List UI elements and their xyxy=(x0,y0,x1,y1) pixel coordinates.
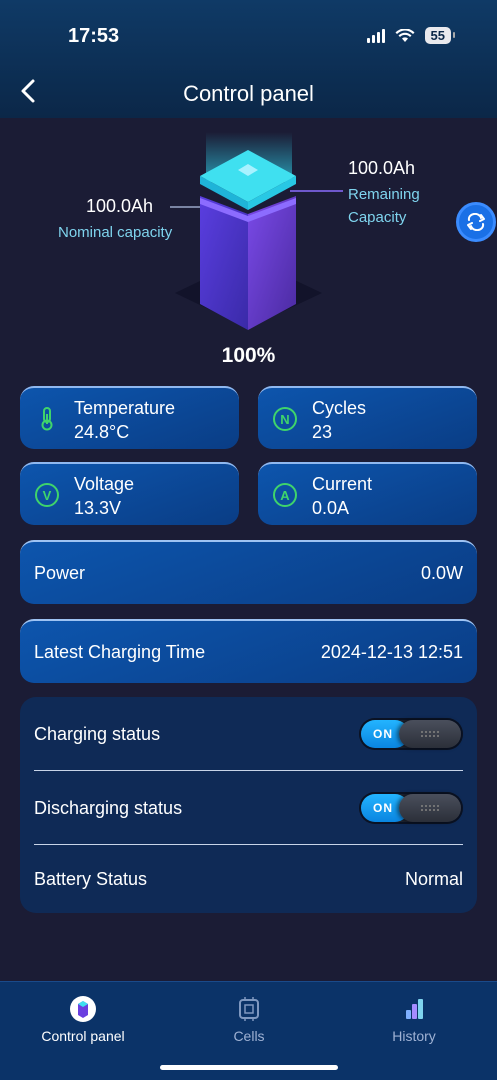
nominal-capacity-value: 100.0Ah xyxy=(86,196,154,216)
control-panel-icon xyxy=(68,994,98,1024)
status-panel: Charging status ON Discharging status ON… xyxy=(20,697,477,913)
a-circle-icon: A xyxy=(273,483,297,507)
temperature-card: Temperature 24.8°C xyxy=(20,386,239,449)
voltage-value: 13.3V xyxy=(74,498,122,518)
cycles-label: Cycles xyxy=(312,398,367,418)
current-label: Current xyxy=(312,474,373,494)
home-indicator xyxy=(160,1065,338,1070)
svg-text:A: A xyxy=(280,488,290,503)
status-icons: 55 xyxy=(366,27,456,44)
remaining-capacity-label-1: Remaining xyxy=(348,186,420,203)
toggle-knob xyxy=(399,720,461,748)
status-time: 17:53 xyxy=(68,25,120,47)
battery-status-row: Battery Status Normal xyxy=(34,845,463,913)
sync-button[interactable] xyxy=(456,202,496,242)
battery-percent: 100% xyxy=(221,344,276,367)
charging-time-row: Latest Charging Time 2024-12-13 12:51 xyxy=(20,619,477,683)
svg-text:V: V xyxy=(43,488,52,503)
battery-level-badge: 55 xyxy=(424,27,456,44)
nav-history[interactable]: History xyxy=(349,994,479,1044)
remaining-capacity-label-2: Capacity xyxy=(348,209,407,226)
charging-status-row: Charging status ON xyxy=(34,697,463,771)
nav-cells[interactable]: Cells xyxy=(184,994,314,1044)
page-title: Control panel xyxy=(183,81,314,106)
charging-toggle[interactable]: ON xyxy=(359,718,463,750)
signal-icon xyxy=(366,28,385,43)
nav-label-cells: Cells xyxy=(233,1028,265,1044)
thermometer-icon xyxy=(41,407,53,431)
battery-status-label: Battery Status xyxy=(34,868,148,889)
current-card: A Current 0.0A xyxy=(258,462,477,525)
power-value: 0.0W xyxy=(420,562,463,583)
nominal-capacity-label: Nominal capacity xyxy=(58,224,173,241)
cells-icon xyxy=(234,994,264,1024)
power-label: Power xyxy=(34,562,86,583)
wifi-icon xyxy=(395,28,415,42)
discharging-toggle[interactable]: ON xyxy=(359,792,463,824)
battery-status-value: Normal xyxy=(404,868,463,889)
toggle-knob xyxy=(399,794,461,822)
power-row: Power 0.0W xyxy=(20,540,477,604)
nav-control-panel[interactable]: Control panel xyxy=(18,994,148,1044)
nav-label-history: History xyxy=(392,1028,436,1044)
n-circle-icon: N xyxy=(273,407,297,431)
current-value: 0.0A xyxy=(312,498,350,518)
charging-time-label: Latest Charging Time xyxy=(34,641,206,662)
v-circle-icon: V xyxy=(35,483,59,507)
cycles-card: N Cycles 23 xyxy=(258,386,477,449)
charging-status-label: Charging status xyxy=(34,723,161,744)
svg-text:N: N xyxy=(280,412,289,427)
voltage-card: V Voltage 13.3V xyxy=(20,462,239,525)
nav-label-control-panel: Control panel xyxy=(41,1028,125,1044)
temperature-label: Temperature xyxy=(74,398,176,418)
charging-time-value: 2024-12-13 12:51 xyxy=(320,641,463,662)
discharging-status-label: Discharging status xyxy=(34,797,183,818)
cycles-value: 23 xyxy=(312,422,333,442)
app-header: 17:53 55 Control panel xyxy=(0,0,497,118)
remaining-capacity-value: 100.0Ah xyxy=(348,158,416,178)
swap-arrows-icon xyxy=(467,213,485,231)
battery-hero: 100.0Ah Nominal capacity 100.0Ah Remaini… xyxy=(0,118,497,378)
history-chart-icon xyxy=(399,994,429,1024)
voltage-label: Voltage xyxy=(74,474,135,494)
discharging-status-row: Discharging status ON xyxy=(34,771,463,845)
temperature-value: 24.8°C xyxy=(74,422,130,442)
